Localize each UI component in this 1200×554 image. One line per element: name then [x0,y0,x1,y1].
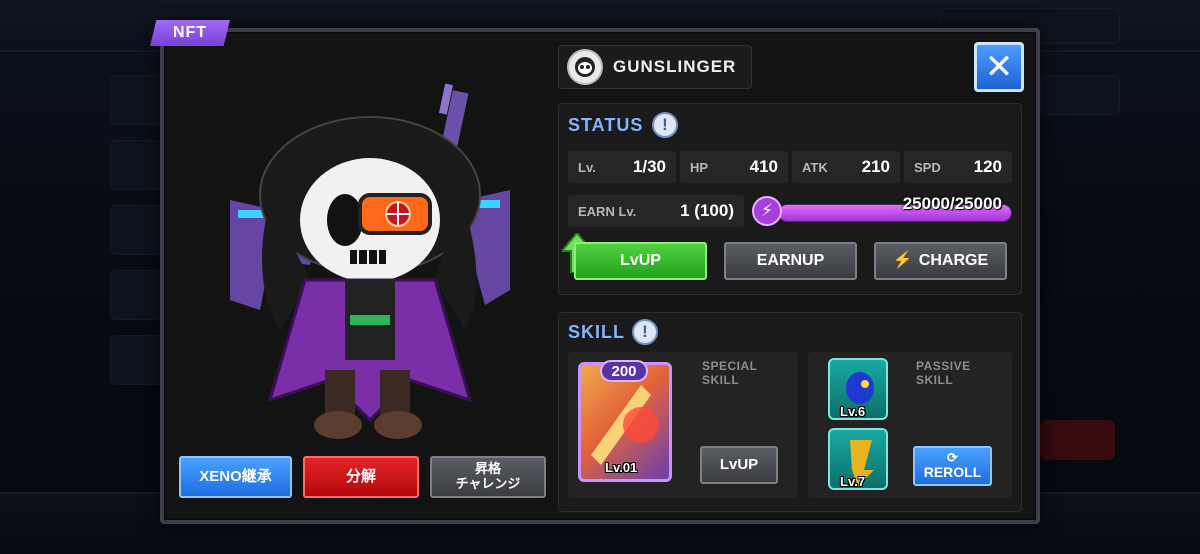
gunslinger-character-art [230,83,510,439]
status-info-icon[interactable]: ! [652,112,678,138]
skill-title: SKILL [568,322,625,342]
stat-hp: HP 410 [680,151,788,183]
stat-level-label: Lv. [578,159,596,175]
close-button[interactable]: ✕ [974,42,1024,92]
stat-atk-label: ATK [802,159,828,175]
reroll-button[interactable]: ⟳ REROLL [913,446,992,486]
energy-value: 25000/25000 [902,194,1002,213]
dismantle-button[interactable]: 分解 [303,456,419,498]
special-skill-cost: 200 [611,362,637,380]
stat-hp-value: 410 [749,157,778,176]
stat-spd-label: SPD [914,159,941,175]
stat-spd-value: 120 [973,157,1002,176]
status-title: STATUS [568,115,644,135]
charge-button[interactable]: ⚡ CHARGE [874,242,1007,280]
stat-atk: ATK 210 [792,151,900,183]
stat-spd: SPD 120 [904,151,1012,183]
charge-bolt-icon: ⚡ [892,251,913,269]
close-icon: ✕ [984,47,1014,87]
special-skill-cost-badge: 200 [600,360,648,382]
passive-skill-label: PASSIVE SKILL [916,359,971,387]
earnup-button[interactable]: EARNUP [724,242,857,280]
promotion-challenge-button[interactable]: 昇格 チャレンジ [430,456,546,498]
passive-skill-1-level: Lv.6 [840,404,866,419]
xeno-inherit-button[interactable]: XENO継承 [179,456,292,498]
stat-hp-label: HP [690,159,709,175]
skull-mask-icon [567,49,603,85]
stat-earn-value: 1 (100) [680,201,734,220]
special-skill-level: Lv.01 [605,460,638,475]
refresh-icon: ⟳ [947,450,958,466]
stat-level: Lv. 1/30 [568,151,676,183]
stat-earn-level: EARN Lv. 1 (100) [568,195,744,227]
passive-skill-2-level: Lv.7 [840,474,866,489]
charge-button-label: CHARGE [918,251,989,269]
stat-earn-label: EARN Lv. [578,203,637,219]
energy-bolt-icon: ⚡ [752,196,782,226]
stat-atk-value: 210 [861,157,890,176]
skill-info-icon[interactable]: ! [632,319,658,345]
class-title-box: GUNSLINGER [558,45,752,89]
special-skill-lvup-button[interactable]: LvUP [700,446,778,484]
class-name: GUNSLINGER [613,57,737,76]
reroll-button-label: REROLL [923,464,982,481]
stat-level-value: 1/30 [632,157,666,176]
special-skill-label: SPECIAL SKILL [702,359,758,387]
lvup-button[interactable]: LvUP [574,242,707,280]
character-illustration [210,80,530,450]
nft-badge: NFT [150,20,230,46]
